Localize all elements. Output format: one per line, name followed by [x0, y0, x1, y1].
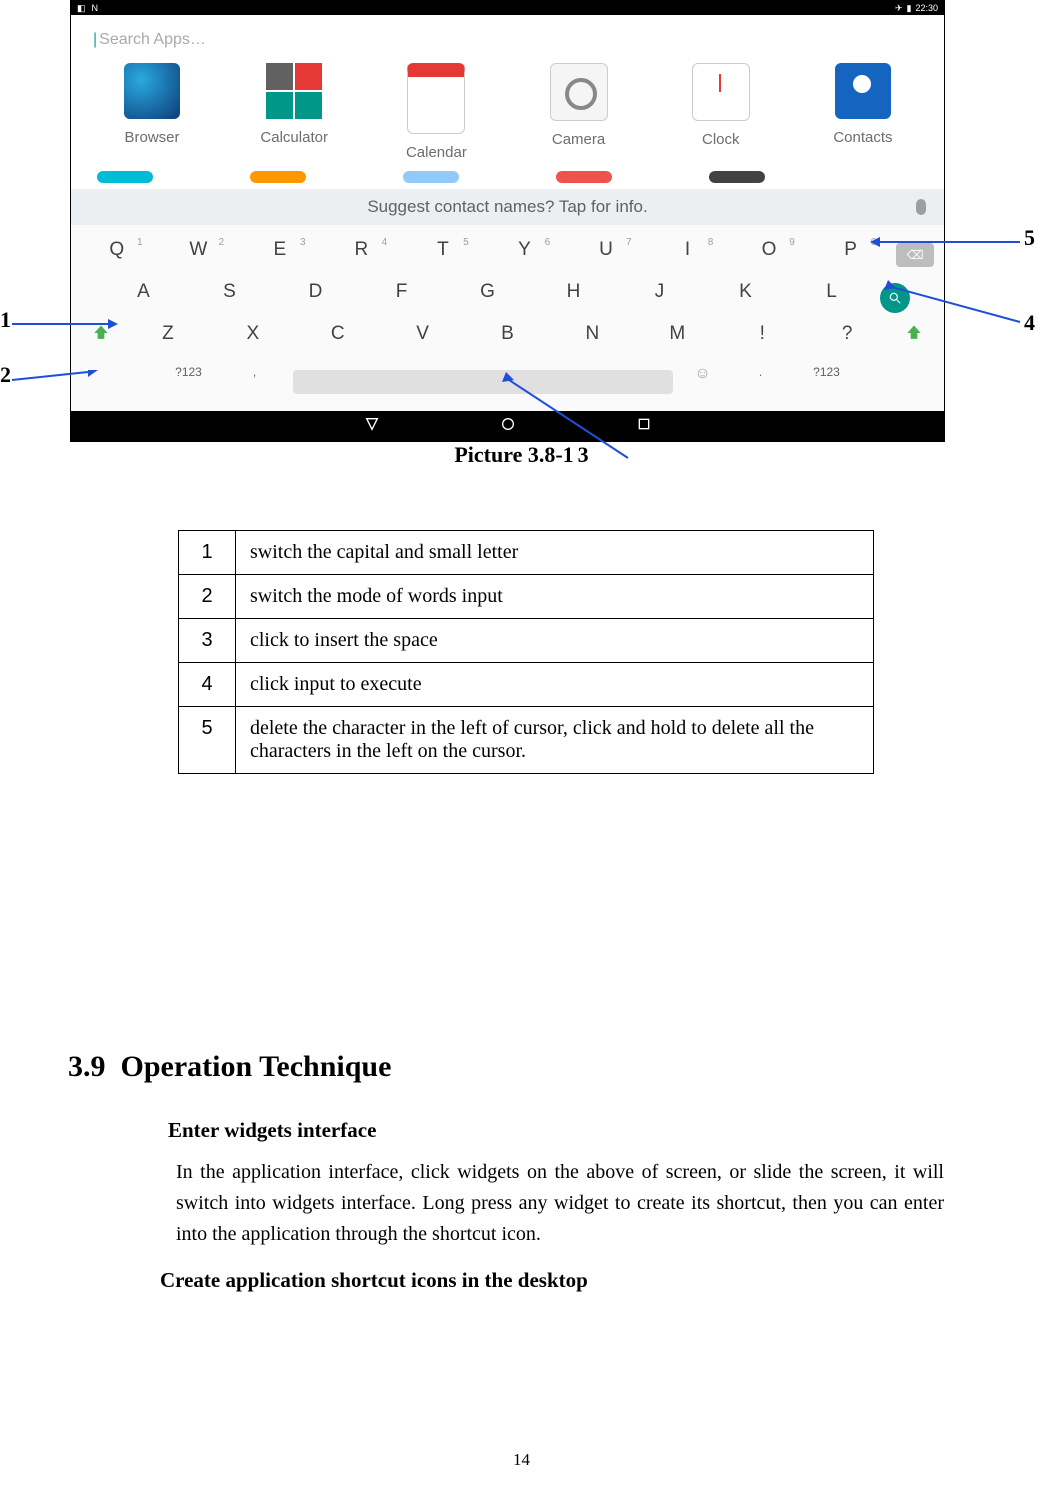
comma-key[interactable]: ,	[227, 365, 283, 399]
android-navbar	[71, 411, 944, 441]
clock-icon	[692, 63, 750, 121]
suggestion-bar[interactable]: Suggest contact names? Tap for info.	[71, 189, 944, 225]
key-P[interactable]: P0	[815, 239, 887, 273]
key-K[interactable]: K	[708, 281, 784, 315]
key-L[interactable]: L	[794, 281, 870, 315]
back-nav-icon[interactable]	[364, 416, 380, 436]
legend-row: 4click input to execute	[179, 663, 874, 707]
app-camera[interactable]: Camera	[524, 63, 634, 161]
status-icon: N	[92, 3, 99, 14]
status-bar: ◧ N ✈ ▮ 22:30	[71, 1, 944, 15]
callout-4: 4	[1024, 310, 1035, 336]
key-Y[interactable]: Y6	[489, 239, 561, 273]
status-icon: ◧	[77, 3, 86, 14]
calendar-icon	[407, 63, 465, 134]
callout-1: 1	[0, 307, 11, 333]
clock-text: 22:30	[915, 3, 938, 13]
app-browser[interactable]: Browser	[97, 63, 207, 161]
browser-icon	[124, 63, 180, 119]
app-calculator[interactable]: Calculator	[239, 63, 349, 161]
key-A[interactable]: A	[106, 281, 182, 315]
app-clock[interactable]: Clock	[666, 63, 776, 161]
figure: ◧ N ✈ ▮ 22:30 |Search Apps… Browser Calc…	[0, 0, 1043, 430]
shift-key-right[interactable]	[895, 323, 934, 357]
callout-2: 2	[0, 362, 11, 388]
key-![interactable]: !	[725, 323, 800, 357]
key-D[interactable]: D	[278, 281, 354, 315]
key-R[interactable]: R4	[326, 239, 398, 273]
app-contacts[interactable]: Contacts	[808, 63, 918, 161]
key-H[interactable]: H	[536, 281, 612, 315]
legend-row: 1switch the capital and small letter	[179, 531, 874, 575]
recent-nav-icon[interactable]	[636, 416, 652, 436]
figure-caption: Picture 3.8-1	[454, 442, 573, 468]
key-Q[interactable]: Q1	[81, 239, 153, 273]
legend-table: 1switch the capital and small letter2swi…	[178, 530, 874, 774]
legend-row: 5delete the character in the left of cur…	[179, 707, 874, 774]
key-U[interactable]: U7	[570, 239, 642, 273]
key-N[interactable]: N	[555, 323, 630, 357]
keyboard: Q1 W2 E3 R4 T5 Y6 U7 I8 O9 P0 ⌫ ASDFGHJKL ZXCVBNM!…	[71, 225, 944, 411]
apps-panel: |Search Apps… Browser Calculator Calenda…	[71, 15, 944, 189]
key-S[interactable]: S	[192, 281, 268, 315]
spacebar[interactable]	[293, 370, 673, 394]
callout-5: 5	[1024, 225, 1035, 251]
key-Z[interactable]: Z	[130, 323, 205, 357]
legend-row: 2switch the mode of words input	[179, 575, 874, 619]
callout-3: 3	[578, 442, 589, 468]
shift-key[interactable]	[81, 323, 120, 357]
key-?[interactable]: ?	[810, 323, 885, 357]
emoji-key[interactable]: ☺	[683, 365, 723, 399]
dot-key[interactable]: .	[733, 365, 789, 399]
section-heading: 3.9 Operation Technique	[68, 1050, 968, 1084]
android-screenshot: ◧ N ✈ ▮ 22:30 |Search Apps… Browser Calc…	[70, 0, 945, 442]
home-nav-icon[interactable]	[500, 416, 516, 436]
key-V[interactable]: V	[385, 323, 460, 357]
mode-key-right[interactable]: ?123	[799, 365, 855, 399]
search-apps-input[interactable]: |Search Apps…	[93, 25, 922, 63]
camera-icon	[550, 63, 608, 121]
contacts-icon	[835, 63, 891, 119]
key-C[interactable]: C	[300, 323, 375, 357]
subheading-1: Enter widgets interface	[168, 1118, 968, 1143]
mode-key[interactable]: ?123	[161, 365, 217, 399]
key-B[interactable]: B	[470, 323, 545, 357]
key-E[interactable]: E3	[244, 239, 316, 273]
key-J[interactable]: J	[622, 281, 698, 315]
mic-icon[interactable]	[916, 199, 926, 215]
battery-icon: ▮	[907, 3, 912, 14]
backspace-key[interactable]: ⌫	[896, 243, 934, 267]
airplane-icon: ✈	[895, 3, 903, 14]
page-number: 14	[0, 1450, 1043, 1470]
subheading-2: Create application shortcut icons in the…	[160, 1268, 968, 1293]
key-F[interactable]: F	[364, 281, 440, 315]
key-X[interactable]: X	[215, 323, 290, 357]
key-T[interactable]: T5	[407, 239, 479, 273]
key-W[interactable]: W2	[163, 239, 235, 273]
key-M[interactable]: M	[640, 323, 715, 357]
key-I[interactable]: I8	[652, 239, 724, 273]
search-enter-key[interactable]	[880, 283, 910, 313]
section-3-9: 3.9 Operation Technique Enter widgets in…	[68, 1050, 968, 1293]
app-calendar[interactable]: Calendar	[381, 63, 491, 161]
section-body: In the application interface, click widg…	[176, 1157, 944, 1250]
calculator-icon	[266, 63, 322, 119]
legend-row: 3click to insert the space	[179, 619, 874, 663]
key-G[interactable]: G	[450, 281, 526, 315]
key-O[interactable]: O9	[733, 239, 805, 273]
